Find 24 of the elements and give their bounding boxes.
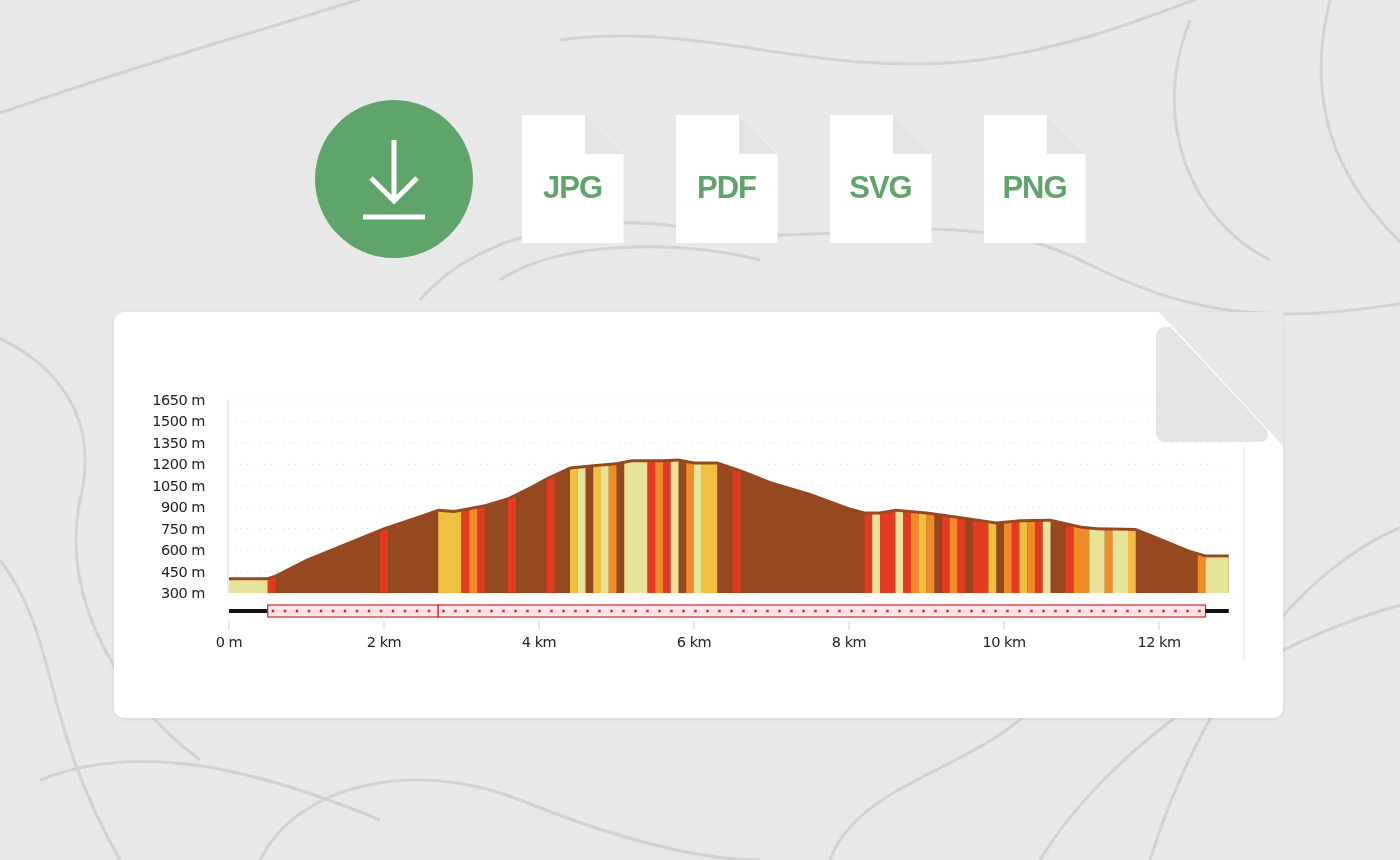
x-axis-label: 12 km xyxy=(1137,634,1181,650)
file-format-button[interactable]: JPG xyxy=(521,115,624,243)
y-axis-label: 1500 m xyxy=(152,413,205,430)
x-axis-label: 10 km xyxy=(982,634,1026,650)
file-format-button[interactable]: SVG xyxy=(829,115,932,243)
y-axis-label: 900 m xyxy=(161,499,205,516)
download-icon xyxy=(362,138,425,220)
x-axis-label: 8 km xyxy=(831,634,867,650)
road-segment xyxy=(1205,609,1229,613)
road-segment xyxy=(229,609,268,613)
y-axis-label: 1350 m xyxy=(152,434,205,451)
y-axis-label: 750 m xyxy=(161,520,205,537)
y-axis-label: 300 m xyxy=(161,585,205,601)
x-axis-label: 0 m xyxy=(215,634,243,650)
y-axis-label: 1050 m xyxy=(152,477,205,494)
y-axis-label: 1650 m xyxy=(152,392,205,408)
x-axis-label: 2 km xyxy=(366,634,402,650)
x-axis-label: 6 km xyxy=(676,634,712,650)
y-axis-label: 1200 m xyxy=(152,456,205,473)
y-axis-label: 450 m xyxy=(161,563,205,580)
y-axis-label: 600 m xyxy=(161,542,205,559)
x-axis-label: 4 km xyxy=(521,634,557,650)
file-format-button[interactable]: PNG xyxy=(983,115,1086,243)
file-format-button[interactable]: PDF xyxy=(675,115,778,243)
